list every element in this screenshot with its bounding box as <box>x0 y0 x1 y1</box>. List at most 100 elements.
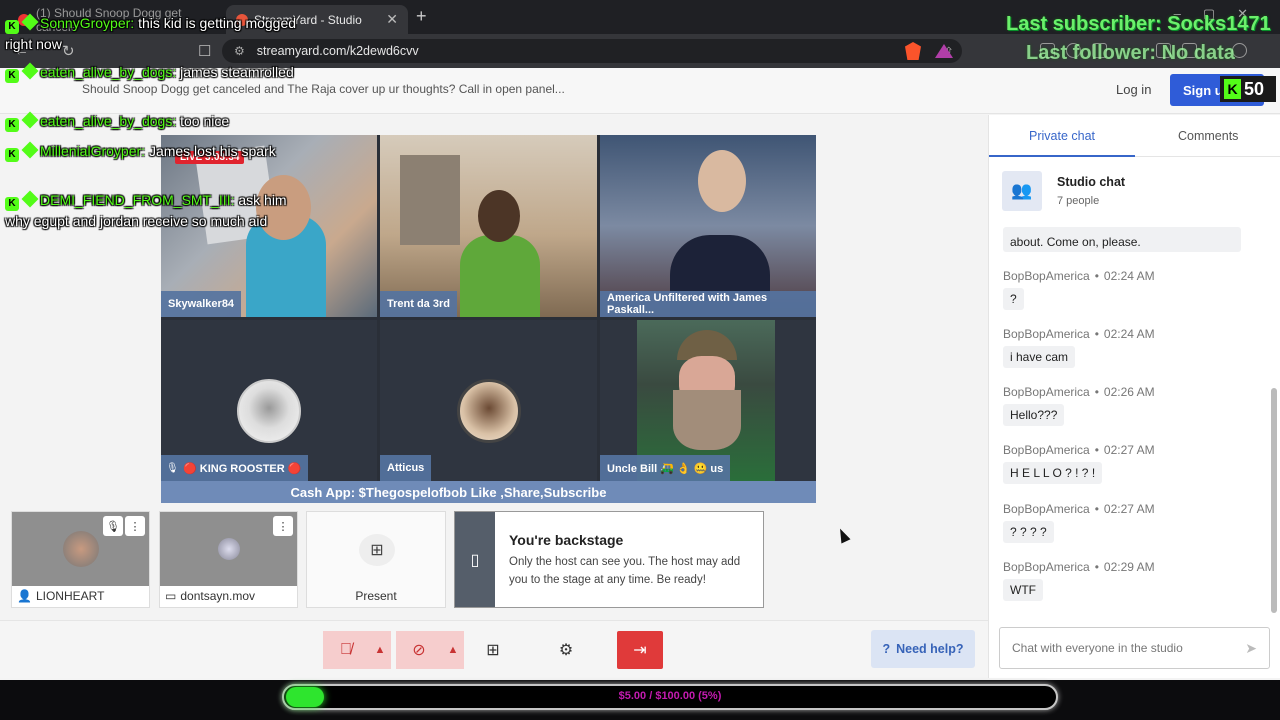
kick-badge-icon: K <box>5 20 19 34</box>
backstage-description: Only the host can see you. The host may … <box>509 556 741 586</box>
guest-thumbnail: ⋮ <box>160 512 297 586</box>
participant-tile-uncle-bill[interactable]: Uncle Bill 🛺 👌 🤐 us <box>600 320 816 481</box>
last-follower-overlay: Last follower: No data <box>1026 42 1235 64</box>
chevron-up-icon: ▲ <box>374 644 386 656</box>
mic-options-button[interactable]: ▲ <box>369 631 391 669</box>
studio-chat-title: Studio chat <box>1057 175 1126 189</box>
guest-label: 👤 LIONHEART <box>17 589 104 603</box>
broadcast-title: Should Snoop Dogg get canceled and The R… <box>82 82 565 96</box>
avatar <box>237 379 301 443</box>
chat-username: BopBopAmerica <box>1003 385 1090 399</box>
video-file-icon: ▭ <box>165 589 177 603</box>
separator-dot: • <box>1094 502 1099 516</box>
overlay-username: eaten_alive_by_dogs: <box>40 113 177 129</box>
chat-timestamp: 02:27 AM <box>1103 443 1155 457</box>
tab-private-chat[interactable]: Private chat <box>1029 129 1095 143</box>
overlay-message: James lost his spark <box>148 143 276 159</box>
chat-message-meta: BopBopAmerica • 02:24 AM <box>1003 327 1155 341</box>
overlay-message: james steamrolled <box>180 64 294 80</box>
gem-icon <box>21 62 39 80</box>
donation-goal-label: $5.00 / $100.00 (5%) <box>618 690 722 702</box>
camera-options-button[interactable]: ▲ <box>442 631 464 669</box>
overlay-username: SonnyGroyper: <box>40 15 135 31</box>
gear-icon: ⚙ <box>558 642 574 659</box>
chat-timestamp: 02:26 AM <box>1103 385 1155 399</box>
guest-tools: ⋮ <box>273 516 293 536</box>
studio-chat-count: 7 people <box>1057 195 1100 207</box>
chat-input-placeholder: Chat with everyone in the studio <box>1012 641 1183 655</box>
active-tab-indicator <box>989 155 1135 157</box>
guest-label: ▭ dontsayn.mov <box>165 589 255 603</box>
chat-message-bubble: about. Come on, please. <box>1003 227 1241 252</box>
chat-scrollbar[interactable] <box>1271 233 1277 618</box>
person-icon: 👤 <box>17 589 32 603</box>
chat-message-meta: BopBopAmerica • 02:27 AM <box>1003 443 1155 457</box>
participant-tile-king-rooster[interactable]: 🔴 KING ROOSTER 🔴 🎙 <box>161 320 377 481</box>
present-label: Present <box>355 589 397 603</box>
participant-name: Uncle Bill 🛺 👌 🤐 us <box>600 455 731 481</box>
mute-microphone-button[interactable]: 🎙̸ <box>323 631 369 669</box>
backstage-guest-dontsayn[interactable]: ⋮ ▭ dontsayn.mov <box>159 511 298 608</box>
chat-username: BopBopAmerica <box>1003 443 1090 457</box>
participant-tile-atticus[interactable]: Atticus <box>380 320 597 481</box>
chat-panel: Private chat Comments 👥 Studio chat 7 pe… <box>988 115 1280 678</box>
tab-comments[interactable]: Comments <box>1178 129 1238 143</box>
chat-username: BopBopAmerica <box>1003 327 1090 341</box>
kick-icon: K <box>1224 79 1241 99</box>
person-face <box>698 150 746 212</box>
stage-banner: Cash App: $Thegospelofbob Like ,Share,Su… <box>161 481 816 503</box>
url-field[interactable]: ⚙ streamyard.com/k2dewd6cvv ⇪ <box>222 39 962 63</box>
backstage-guest-lionheart[interactable]: 🎙 ⋮ 👤 LIONHEART <box>11 511 150 608</box>
participant-name: 🔴 KING ROOSTER 🔴 <box>161 455 309 481</box>
close-tab-icon[interactable]: ✕ <box>386 11 398 28</box>
guest-avatar <box>217 538 240 560</box>
present-card[interactable]: ⊞ Present <box>306 511 446 608</box>
chat-message-bubble: ? ? ? ? <box>1003 521 1054 543</box>
chat-message-bubble: WTF <box>1003 579 1043 601</box>
need-help-button[interactable]: ? Need help? <box>871 630 975 668</box>
brave-rewards-icon[interactable] <box>935 44 953 58</box>
chat-username: BopBopAmerica <box>1003 269 1090 283</box>
more-options-icon[interactable]: ⋮ <box>125 516 145 536</box>
chat-message-bubble: Hello??? <box>1003 404 1065 426</box>
overlay-chat-line: Keaten_alive_by_dogs: james steamrolled <box>5 62 300 83</box>
backstage-title: You're backstage <box>509 532 624 548</box>
donation-goal-overlay: $5.00 / $100.00 (5%) <box>0 680 1280 720</box>
exit-icon: ⇥ <box>633 642 647 659</box>
last-subscriber-overlay: Last subscriber: Socks1471 <box>1006 13 1271 35</box>
overlay-username: DEMI_FIEND_FROM_SMT_III: <box>40 192 235 208</box>
chevron-up-icon: ▲ <box>447 644 459 656</box>
chat-timestamp: 02:27 AM <box>1103 502 1155 516</box>
new-tab-button[interactable]: + <box>416 6 427 27</box>
settings-button[interactable]: ⚙ <box>546 631 586 669</box>
participant-tile-trent[interactable]: Trent da 3rd <box>380 135 597 317</box>
send-icon[interactable]: ➤ <box>1245 640 1257 657</box>
gem-icon <box>21 111 39 129</box>
chat-input[interactable]: Chat with everyone in the studio ➤ <box>999 627 1270 669</box>
people-icon: 👥 <box>1002 171 1042 211</box>
chat-timestamp: 02:24 AM <box>1103 327 1155 341</box>
leave-studio-button[interactable]: ⇥ <box>617 631 663 669</box>
help-icon: ? <box>882 642 891 656</box>
mute-mic-icon[interactable]: 🎙 <box>103 516 123 536</box>
share-screen-button[interactable]: ⊞ <box>473 631 513 669</box>
camera-off-icon: ⊘ <box>412 642 426 659</box>
overlay-chat-line: K MillenialGroyper: James lost his spark <box>5 141 300 162</box>
chat-tabs: Private chat Comments <box>989 115 1280 157</box>
chat-timestamp: 02:29 AM <box>1103 560 1155 574</box>
viewer-count: 50 <box>1244 78 1265 99</box>
log-in-link[interactable]: Log in <box>1116 82 1151 97</box>
person-face <box>478 190 520 242</box>
stop-camera-button[interactable]: ⊘ <box>396 631 442 669</box>
separator-dot: • <box>1094 327 1099 341</box>
scrollbar-thumb[interactable] <box>1271 388 1277 613</box>
avatar <box>457 379 521 443</box>
chat-message-bubble: i have cam <box>1003 346 1076 368</box>
more-options-icon[interactable]: ⋮ <box>273 516 293 536</box>
guest-tools: 🎙 ⋮ <box>103 516 145 536</box>
overlay-username: eaten_alive_by_dogs: <box>40 64 177 80</box>
chat-message-meta: BopBopAmerica • 02:26 AM <box>1003 385 1155 399</box>
participant-tile-america-unfiltered[interactable]: America Unfiltered with James Paskall... <box>600 135 816 317</box>
guest-name: LIONHEART <box>35 589 105 603</box>
chat-message-meta: BopBopAmerica • 02:27 AM <box>1003 502 1155 516</box>
